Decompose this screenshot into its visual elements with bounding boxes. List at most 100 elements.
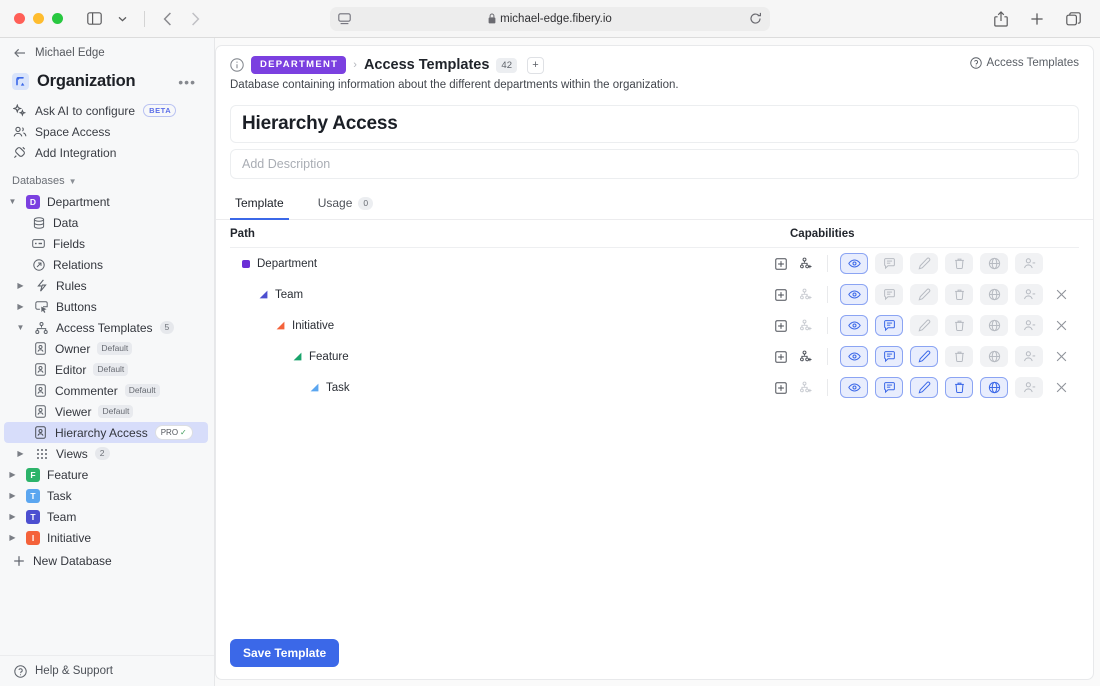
reader-view-icon[interactable] xyxy=(338,13,351,25)
remove-row-button[interactable] xyxy=(1043,351,1079,362)
sidebar-item-template-editor[interactable]: Editor Default xyxy=(0,359,214,380)
capability-pencil-feature[interactable] xyxy=(910,346,938,367)
add-template-button[interactable]: + xyxy=(527,57,544,74)
access-templates-help-link[interactable]: Access Templates xyxy=(970,57,1079,69)
chevron-right-icon[interactable]: ▶ xyxy=(6,533,19,542)
plus-square-icon[interactable] xyxy=(774,288,788,302)
share-icon[interactable] xyxy=(988,7,1014,31)
sidebar-item-template-commenter[interactable]: Commenter Default xyxy=(0,380,214,401)
databases-section-header[interactable]: Databases ▼ xyxy=(0,163,214,191)
capability-eye-task[interactable] xyxy=(840,377,868,398)
add-hierarchy-icon[interactable] xyxy=(799,350,813,364)
capability-comment-department[interactable] xyxy=(875,253,903,274)
sidebar-item-buttons[interactable]: ▶ Buttons xyxy=(0,296,214,317)
forward-icon[interactable] xyxy=(182,7,208,31)
sidebar-item-views[interactable]: ▶ Views 2 xyxy=(0,443,214,464)
capability-comment-initiative[interactable] xyxy=(875,315,903,336)
back-icon[interactable] xyxy=(154,7,180,31)
capability-comment-team[interactable] xyxy=(875,284,903,305)
capability-trash-feature[interactable] xyxy=(945,346,973,367)
capability-globe-department[interactable] xyxy=(980,253,1008,274)
help-support-button[interactable]: Help & Support xyxy=(0,655,214,686)
capability-trash-task[interactable] xyxy=(945,377,973,398)
remove-row-button[interactable] xyxy=(1043,289,1079,300)
capability-comment-feature[interactable] xyxy=(875,346,903,367)
address-bar[interactable]: michael-edge.fibery.io xyxy=(330,7,770,31)
workspace-header[interactable]: Organization ••• xyxy=(0,68,214,100)
remove-row-button[interactable] xyxy=(1043,382,1079,393)
sidebar-item-access-templates[interactable]: ▼ Access Templates 5 xyxy=(0,317,214,338)
sidebar-item-data[interactable]: Data xyxy=(0,212,214,233)
sidebar-toggle-icon[interactable] xyxy=(81,7,107,31)
add-hierarchy-icon[interactable] xyxy=(799,257,813,271)
capability-globe-team[interactable] xyxy=(980,284,1008,305)
remove-row-button[interactable] xyxy=(1043,320,1079,331)
info-circle-icon[interactable] xyxy=(230,58,244,72)
new-tab-icon[interactable] xyxy=(1024,7,1050,31)
plus-square-icon[interactable] xyxy=(774,319,788,333)
capability-eye-feature[interactable] xyxy=(840,346,868,367)
chevron-right-icon[interactable]: ▶ xyxy=(14,302,27,311)
capability-eye-team[interactable] xyxy=(840,284,868,305)
sidebar-item-initiative[interactable]: ▶ I Initiative xyxy=(0,527,214,548)
add-hierarchy-icon[interactable] xyxy=(799,319,813,333)
sidebar-item-template-hierarchy-access[interactable]: Hierarchy Access PRO ✓ xyxy=(4,422,208,443)
capability-pencil-department[interactable] xyxy=(910,253,938,274)
close-window-button[interactable] xyxy=(14,13,25,24)
capability-pencil-task[interactable] xyxy=(910,377,938,398)
sidebar-options-chevron-icon[interactable] xyxy=(109,7,135,31)
sidebar-item-rules[interactable]: ▶ Rules xyxy=(0,275,214,296)
chevron-right-icon[interactable]: ▶ xyxy=(14,449,27,458)
capability-globe-feature[interactable] xyxy=(980,346,1008,367)
add-hierarchy-icon[interactable] xyxy=(799,381,813,395)
sidebar-item-template-viewer[interactable]: Viewer Default xyxy=(0,401,214,422)
template-title-field[interactable]: Hierarchy Access xyxy=(230,105,1079,143)
sidebar-item-department[interactable]: ▼ D Department xyxy=(0,191,214,212)
capability-comment-task[interactable] xyxy=(875,377,903,398)
add-hierarchy-icon[interactable] xyxy=(799,288,813,302)
tab-usage[interactable]: Usage 0 xyxy=(313,196,378,220)
sidebar-item-add-integration[interactable]: Add Integration xyxy=(0,142,214,163)
capability-trash-department[interactable] xyxy=(945,253,973,274)
chevron-right-icon[interactable]: ▶ xyxy=(6,470,19,479)
new-database-button[interactable]: New Database xyxy=(0,550,214,571)
chevron-right-icon[interactable]: ▶ xyxy=(6,512,19,521)
breadcrumb-space-pill[interactable]: DEPARTMENT xyxy=(251,56,346,74)
capability-eye-initiative[interactable] xyxy=(840,315,868,336)
sidebar-item-relations[interactable]: Relations xyxy=(0,254,214,275)
capability-trash-initiative[interactable] xyxy=(945,315,973,336)
capability-person-access-team[interactable] xyxy=(1015,284,1043,305)
sidebar-back-button[interactable]: Michael Edge xyxy=(0,38,214,68)
template-description-field[interactable]: Add Description xyxy=(230,149,1079,179)
capability-person-access-department[interactable] xyxy=(1015,253,1043,274)
chevron-down-icon[interactable]: ▼ xyxy=(6,197,19,206)
capability-pencil-initiative[interactable] xyxy=(910,315,938,336)
reload-icon[interactable] xyxy=(749,12,762,25)
capability-globe-initiative[interactable] xyxy=(980,315,1008,336)
capability-trash-team[interactable] xyxy=(945,284,973,305)
capability-person-access-feature[interactable] xyxy=(1015,346,1043,367)
sidebar-item-feature[interactable]: ▶ F Feature xyxy=(0,464,214,485)
chevron-down-icon[interactable]: ▼ xyxy=(14,323,27,332)
plus-square-icon[interactable] xyxy=(774,381,788,395)
sidebar-item-ask-ai[interactable]: Ask AI to configure BETA xyxy=(0,100,214,121)
chevron-right-icon[interactable]: ▶ xyxy=(14,281,27,290)
chevron-right-icon[interactable]: ▶ xyxy=(6,491,19,500)
capability-eye-department[interactable] xyxy=(840,253,868,274)
capability-person-access-task[interactable] xyxy=(1015,377,1043,398)
sidebar-item-team[interactable]: ▶ T Team xyxy=(0,506,214,527)
sidebar-item-space-access[interactable]: Space Access xyxy=(0,121,214,142)
sidebar-item-template-owner[interactable]: Owner Default xyxy=(0,338,214,359)
sidebar-item-fields[interactable]: Fields xyxy=(0,233,214,254)
save-template-button[interactable]: Save Template xyxy=(230,639,339,667)
workspace-more-icon[interactable]: ••• xyxy=(178,78,200,86)
capability-person-access-initiative[interactable] xyxy=(1015,315,1043,336)
tab-template[interactable]: Template xyxy=(230,196,289,220)
capability-pencil-team[interactable] xyxy=(910,284,938,305)
breadcrumb-current[interactable]: Access Templates 42 xyxy=(364,57,517,73)
plus-square-icon[interactable] xyxy=(774,257,788,271)
capability-globe-task[interactable] xyxy=(980,377,1008,398)
minimize-window-button[interactable] xyxy=(33,13,44,24)
sidebar-item-task[interactable]: ▶ T Task xyxy=(0,485,214,506)
tab-overview-icon[interactable] xyxy=(1060,7,1086,31)
